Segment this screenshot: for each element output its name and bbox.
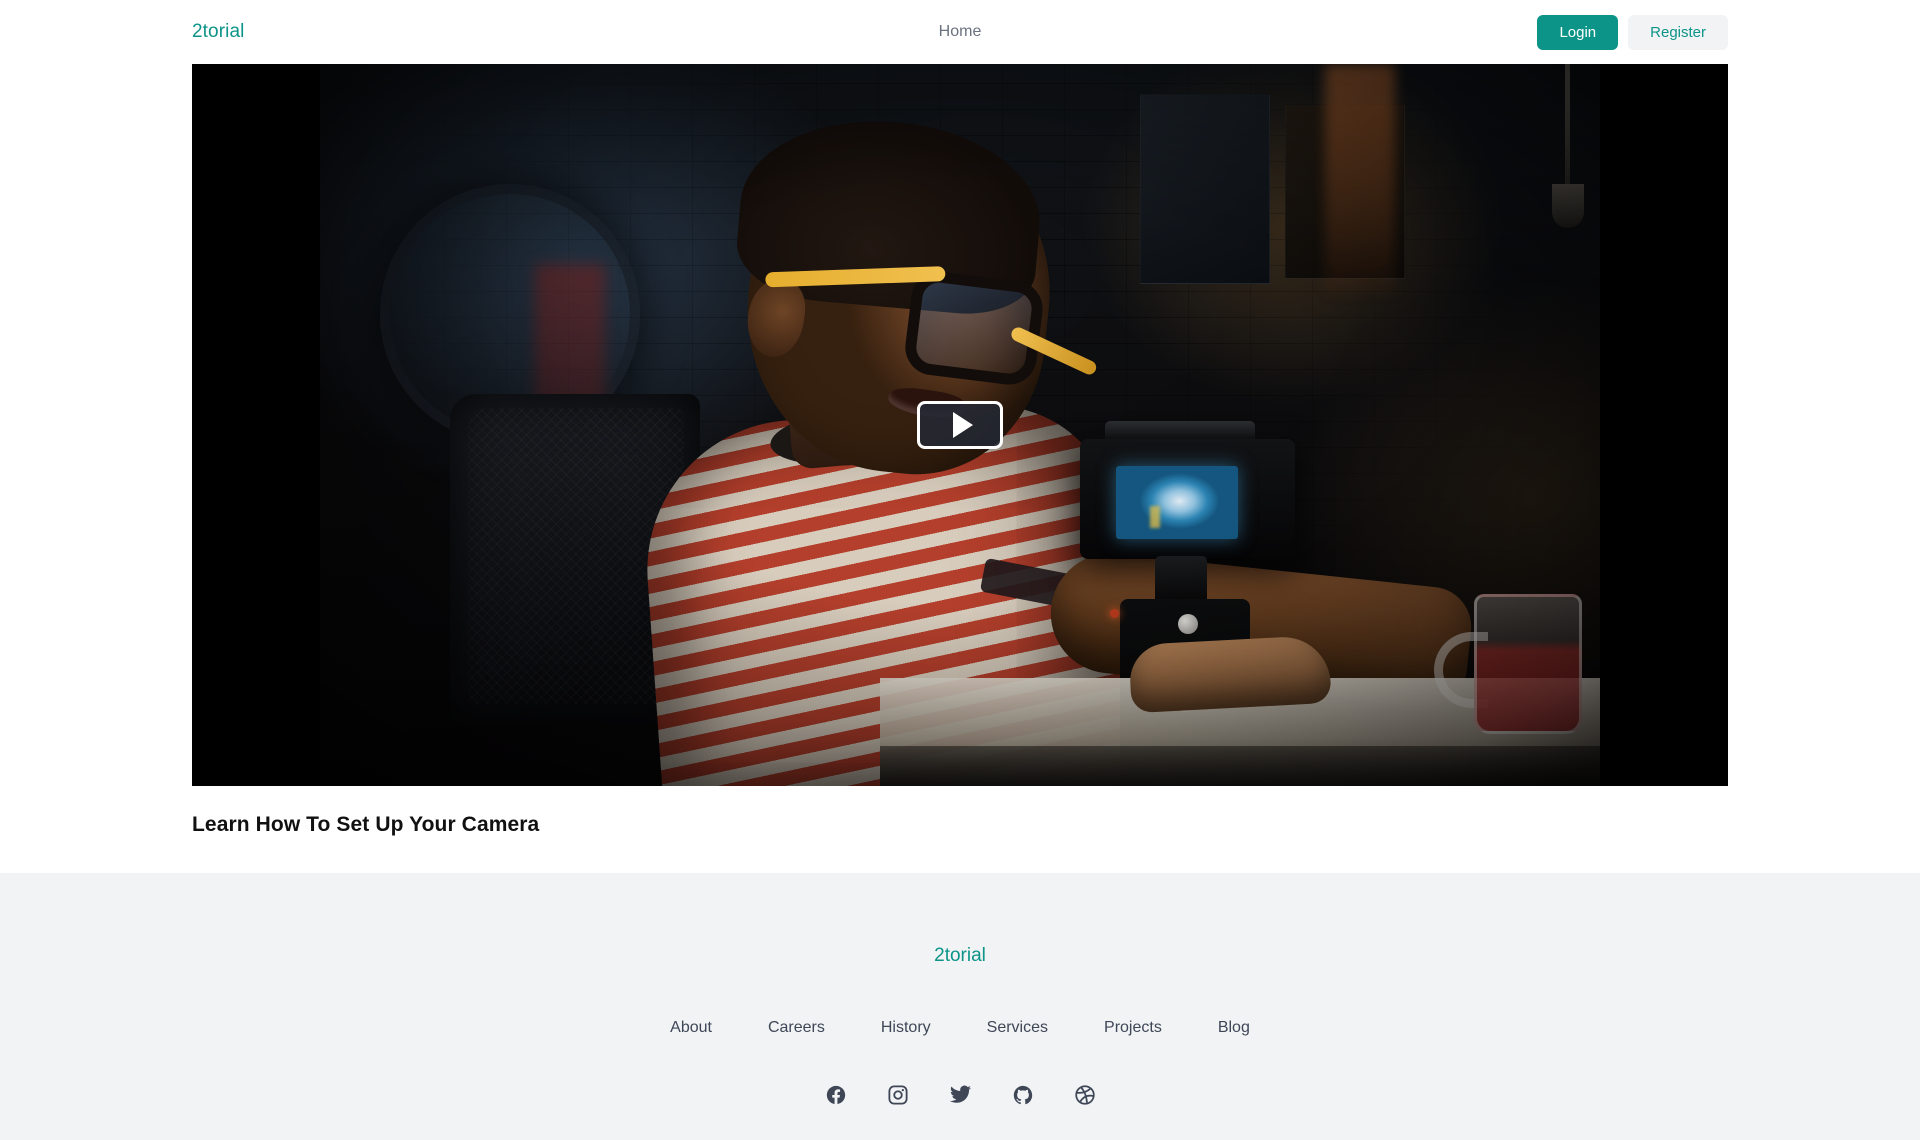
dribbble-icon[interactable] [1074,1084,1096,1106]
footer-link-services[interactable]: Services [987,1019,1048,1037]
footer-link-history[interactable]: History [881,1019,931,1037]
video-title: Learn How To Set Up Your Camera [192,813,540,836]
top-navbar: 2torial Home Login Register [0,0,1920,64]
github-icon[interactable] [1012,1084,1034,1106]
login-button[interactable]: Login [1537,14,1619,50]
scene-tripod-head [1155,556,1207,604]
scene-tea-mug [1474,594,1582,734]
footer-brand-logo[interactable]: 2torial [934,945,986,967]
footer-link-projects[interactable]: Projects [1104,1019,1162,1037]
scene-hands [1128,634,1332,714]
page-footer: 2torial About Careers History Services P… [0,873,1920,1140]
scene-hanging-lamp [1552,184,1584,228]
scene-hanging-cable [1565,64,1570,194]
scene-recording-led [1110,609,1119,618]
instagram-icon[interactable] [887,1084,909,1106]
footer-link-about[interactable]: About [670,1019,712,1037]
play-triangle [952,412,973,438]
twitter-icon[interactable] [949,1083,972,1106]
scene-tripod-knob [1178,614,1198,634]
register-button[interactable]: Register [1628,14,1728,50]
video-player[interactable] [192,64,1728,786]
main-content: Learn How To Set Up Your Camera [0,64,1920,873]
facebook-icon[interactable] [825,1084,847,1106]
footer-link-blog[interactable]: Blog [1218,1019,1250,1037]
nav-link-home[interactable]: Home [939,23,982,41]
scene-camera-lcd-screen [1116,466,1238,539]
footer-social-links [825,1083,1096,1106]
footer-nav: About Careers History Services Projects … [670,1019,1250,1037]
scene-desk-front [880,746,1600,786]
play-icon[interactable] [917,401,1003,449]
scene-warm-light [1325,64,1395,294]
scene-glasses-lens [902,268,1046,388]
footer-link-careers[interactable]: Careers [768,1019,825,1037]
nav-actions: Login Register [1537,14,1728,50]
brand-logo[interactable]: 2torial [192,21,244,43]
